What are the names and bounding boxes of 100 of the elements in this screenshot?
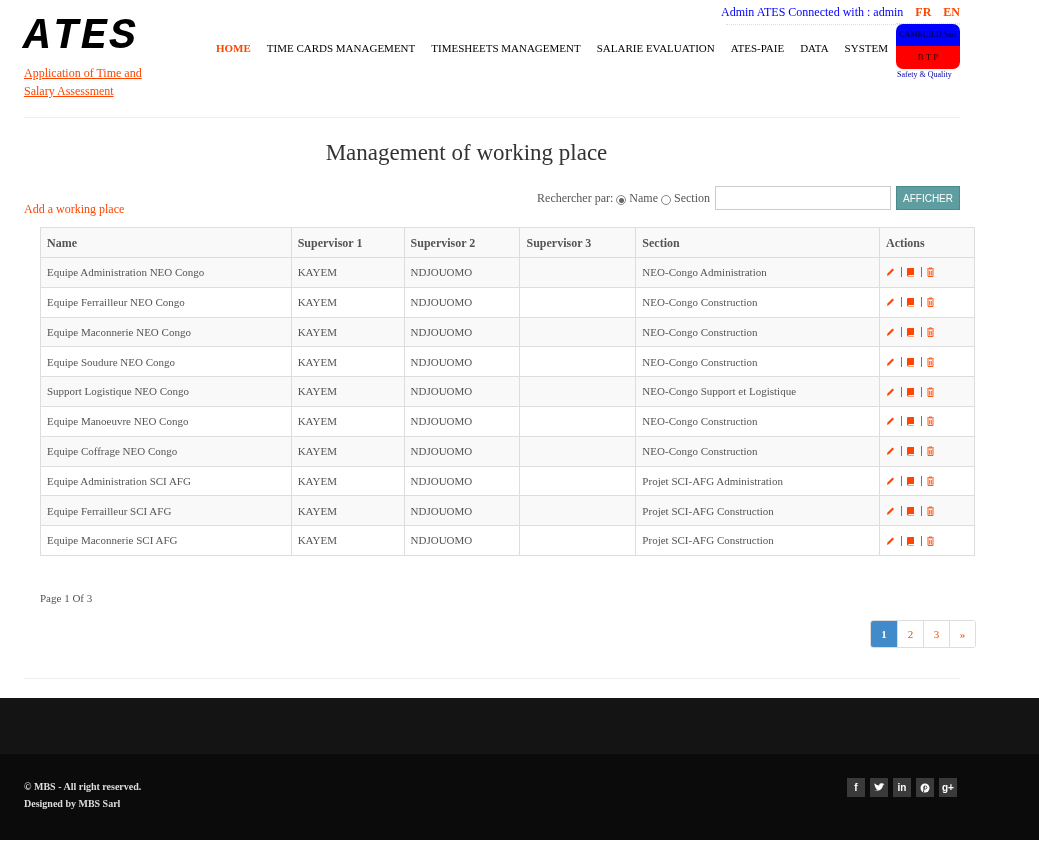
connected-user-text: Admin ATES Connected with : admin [721,4,904,21]
pin-icon[interactable] [916,778,934,798]
book-icon[interactable] [906,356,916,367]
table-cell: NEO-Congo Construction [635,406,880,437]
table-cell: KAYEM [291,287,405,318]
bird-icon[interactable] [870,778,888,798]
pencil-icon[interactable] [886,386,896,397]
book-icon[interactable] [906,416,916,427]
table-cell: NDJOUOMO [404,466,520,496]
column-header: Actions [879,227,975,258]
trash-icon[interactable] [926,386,936,397]
table-cell: Equipe Manoeuvre NEO Congo [40,406,292,437]
table-cell: Projet SCI-AFG Construction [635,525,880,556]
table-cell: Equipe Soudure NEO Congo [40,346,292,377]
table-cell: NEO-Congo Construction [635,436,880,467]
add-working-place-link[interactable]: Add a working place [24,200,125,218]
trash-icon[interactable] [926,267,936,278]
nav-link[interactable]: DATA [800,40,829,57]
table-cell: NEO-Congo Administration [635,257,880,288]
column-header: Supervisor 3 [519,227,636,258]
social-link[interactable]: g+ [939,778,957,798]
table-cell: Equipe Ferrailleur NEO Congo [40,287,292,318]
pencil-icon[interactable] [886,416,896,427]
page-link[interactable]: 1 [871,621,897,648]
table-cell: Equipe Administration NEO Congo [40,257,292,288]
table-cell: NDJOUOMO [404,376,520,407]
trash-icon[interactable] [926,446,936,457]
book-icon[interactable] [906,297,916,308]
column-header: Name [40,227,292,258]
footer-text: Designed by MBS Sarl [24,797,122,812]
table-cell: Equipe Administration SCI AFG [40,466,292,496]
table-cell: KAYEM [291,495,405,526]
trash-icon[interactable] [926,535,936,546]
table-cell: NEO-Congo Support et Logistique [635,376,880,407]
table-cell: NEO-Congo Construction [635,346,880,377]
table-cell: Support Logistique NEO Congo [40,376,292,407]
radio-label: Name [629,190,658,207]
trash-icon[interactable] [926,416,936,427]
social-link[interactable]: in [893,778,911,798]
table-cell: KAYEM [291,257,405,288]
book-icon[interactable] [906,475,916,486]
search-label: Rechercher par: [537,190,614,207]
table-cell: NDJOUOMO [404,495,520,526]
book-icon[interactable] [906,446,916,457]
book-icon[interactable] [906,505,916,516]
page-link[interactable]: » [949,621,975,648]
pencil-icon[interactable] [886,446,896,457]
pencil-icon[interactable] [886,356,896,367]
pencil-icon[interactable] [886,297,896,308]
table-cell: KAYEM [291,317,405,347]
table-cell: NDJOUOMO [404,406,520,437]
page-info-text: Page 1 Of 3 [40,590,94,606]
book-icon[interactable] [906,267,916,278]
ates-logo[interactable]: ATES [24,14,214,58]
table-cell: NDJOUOMO [404,346,520,377]
nav-link[interactable]: SALARIE EVALUATION [596,40,715,57]
radio-label: Section [674,190,710,207]
table-cell: Equipe Maconnerie NEO Congo [40,317,292,347]
trash-icon[interactable] [926,356,936,367]
table-cell: NDJOUOMO [404,287,520,318]
nav-link[interactable]: TIMESHEETS MANAGEMENT [431,40,581,57]
column-header: Supervisor 2 [404,227,520,258]
table-cell: NDJOUOMO [404,257,520,288]
pencil-icon[interactable] [886,267,896,278]
table-cell: KAYEM [291,376,405,407]
table-cell: KAYEM [291,525,405,556]
trash-icon[interactable] [926,297,936,308]
book-icon[interactable] [906,535,916,546]
book-icon[interactable] [906,386,916,397]
table-cell: NDJOUOMO [404,525,520,556]
table-cell: NEO-Congo Construction [635,287,880,318]
page-title: Management of working place [324,139,609,167]
column-header: Section [635,227,880,258]
book-icon[interactable] [906,327,916,337]
table-cell: Equipe Maconnerie SCI AFG [40,525,292,556]
tagline-link[interactable]: Application of Time and Salary Assessment [24,64,214,100]
trash-icon[interactable] [926,475,936,486]
nav-link[interactable]: TIME CARDS MANAGEMENT [266,40,416,57]
column-header: Supervisor 1 [291,227,405,258]
pencil-icon[interactable] [886,505,896,516]
pencil-icon[interactable] [886,535,896,546]
table-cell: KAYEM [291,406,405,437]
trash-icon[interactable] [926,505,936,516]
table-cell: Projet SCI-AFG Administration [635,466,880,496]
table-cell: KAYEM [291,466,405,496]
trash-icon[interactable] [926,327,936,337]
table-cell: Equipe Coffrage NEO Congo [40,436,292,467]
slogan-text: Safety & Quality [897,70,953,79]
company-logo: CAMBUILD Sarl B T P [896,24,960,69]
footer-text: © MBS - All right reserved. [24,780,142,795]
table-cell: KAYEM [291,436,405,467]
table-cell: KAYEM [291,346,405,377]
pencil-icon[interactable] [886,327,896,337]
table-cell: Projet SCI-AFG Construction [635,495,880,526]
nav-link[interactable]: ATES-PAIE [730,40,785,57]
search-field[interactable] [715,186,891,210]
social-link[interactable]: f [847,778,865,798]
pencil-icon[interactable] [886,475,896,486]
table-cell: NEO-Congo Construction [635,317,880,347]
nav-link[interactable]: SYSTEM [844,40,888,57]
